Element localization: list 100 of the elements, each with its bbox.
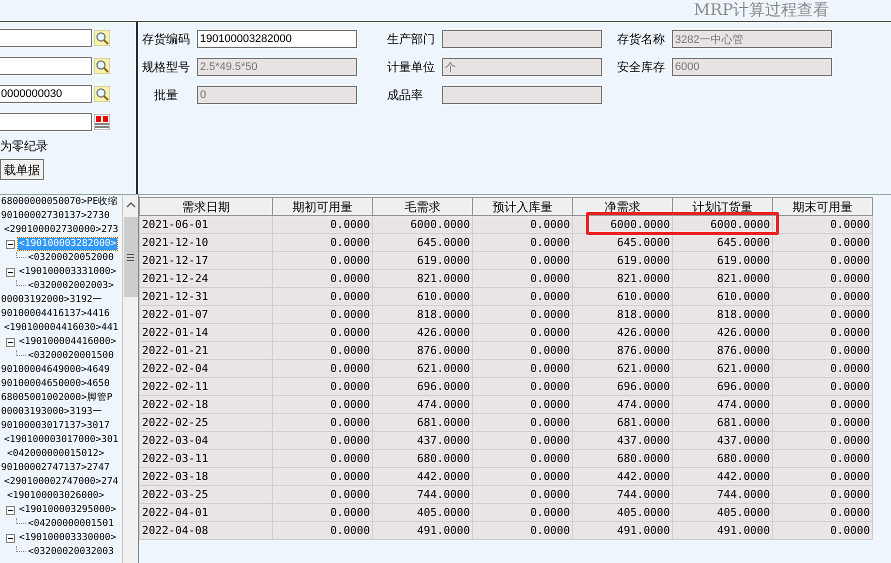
table-cell: 0.0000 (472, 360, 572, 378)
input-field[interactable] (0, 113, 92, 131)
input-field[interactable] (0, 29, 92, 47)
table-cell: 0.0000 (272, 288, 372, 306)
tree-item[interactable]: <04200000001501 (27, 518, 115, 530)
column-header[interactable]: 需求日期 (140, 198, 272, 216)
table-cell: 437.0000 (672, 432, 772, 450)
tree-item[interactable]: <190100003026000> (6, 490, 106, 502)
tree-item[interactable]: 90100003017137>3017 (0, 420, 111, 432)
table-cell: 426.0000 (672, 324, 772, 342)
table-cell: 818.0000 (372, 306, 472, 324)
scrollbar[interactable] (122, 195, 138, 563)
table-cell: 619.0000 (572, 252, 672, 270)
input-field[interactable]: 0000000030 (0, 85, 92, 103)
column-header[interactable]: 期初可用量 (272, 198, 372, 216)
table-cell: 491.0000 (372, 522, 472, 540)
tree-item[interactable]: 90100004650000>4650 (0, 378, 111, 390)
collapse-icon[interactable] (6, 268, 15, 276)
scroll-up-icon[interactable] (126, 201, 136, 209)
field-label: 成品率 (387, 87, 424, 104)
tree-item[interactable]: 90100004416137>4416 (0, 308, 111, 320)
tree-item[interactable]: <03200020001500 (27, 350, 115, 362)
tree-item[interactable]: <190100003295000> (18, 504, 118, 516)
table-cell: 0.0000 (472, 216, 572, 234)
table-cell: 426.0000 (372, 324, 472, 342)
table-cell: 0.0000 (472, 252, 572, 270)
tree-item[interactable]: <190100003331000> (18, 266, 118, 278)
tree-item[interactable]: 90100002730137>2730 (0, 210, 111, 222)
column-header[interactable]: 预计入库量 (472, 198, 572, 216)
tree-item[interactable]: <190100004416030>441 (3, 322, 120, 334)
collapse-icon[interactable] (6, 506, 15, 514)
table-cell: 821.0000 (572, 270, 672, 288)
table-cell: 0.0000 (472, 288, 572, 306)
table-cell: 2021-12-10 (140, 234, 272, 252)
table-cell: 0.0000 (272, 324, 372, 342)
tree-item[interactable]: 68005001002000>脚管P (0, 392, 114, 404)
tree-item[interactable]: <042000000015012> (6, 448, 106, 460)
tree-item[interactable]: <0320002002003> (27, 280, 115, 292)
table-cell: 744.0000 (672, 486, 772, 504)
table-cell: 2022-01-21 (140, 342, 272, 360)
table-cell: 0.0000 (472, 414, 572, 432)
collapse-icon[interactable] (6, 534, 15, 542)
tree-item[interactable]: <03200020032003 (27, 546, 115, 558)
table-cell: 0.0000 (472, 396, 572, 414)
tree-item[interactable]: <03200020052000 (27, 252, 115, 264)
table-cell: 680.0000 (572, 450, 672, 468)
table-cell: 610.0000 (572, 288, 672, 306)
table-cell: 442.0000 (572, 468, 672, 486)
tree-item[interactable]: <290100002730000>273 (3, 224, 120, 236)
table-cell: 0.0000 (772, 216, 872, 234)
field-label: 规格型号 (142, 59, 191, 76)
tree-item[interactable]: <190100003017000>301 (3, 434, 120, 446)
tree-item[interactable]: 68000000050070>PE收缩 (0, 196, 120, 208)
table-cell: 0.0000 (272, 378, 372, 396)
table-cell: 621.0000 (672, 360, 772, 378)
search-icon[interactable] (94, 86, 110, 102)
table-cell: 876.0000 (572, 342, 672, 360)
table-cell: 491.0000 (572, 522, 672, 540)
table-cell: 744.0000 (372, 486, 472, 504)
calendar-icon[interactable] (94, 114, 110, 130)
tree-item[interactable]: 00003192000>3192一 (0, 294, 104, 306)
column-header[interactable]: 毛需求 (372, 198, 472, 216)
table-cell: 621.0000 (372, 360, 472, 378)
table-cell: 0.0000 (772, 432, 872, 450)
tree-item[interactable]: <190100003330000> (18, 532, 118, 544)
table-cell: 2022-02-04 (140, 360, 272, 378)
load-button[interactable]: 载单据 (0, 159, 44, 180)
tree-item[interactable]: <190100004416000> (18, 336, 118, 348)
table-cell: 442.0000 (672, 468, 772, 486)
tree-item[interactable]: 90100004649000>4649 (0, 364, 111, 376)
table-cell: 0.0000 (772, 252, 872, 270)
table-cell: 0.0000 (772, 270, 872, 288)
table-cell: 0.0000 (472, 486, 572, 504)
table-cell: 0.0000 (472, 522, 572, 540)
tree-item[interactable]: 90100002747137>2747 (0, 462, 111, 474)
table-cell: 0.0000 (272, 504, 372, 522)
search-icon[interactable] (94, 58, 110, 74)
table-cell: 2022-04-01 (140, 504, 272, 522)
collapse-icon[interactable] (6, 240, 15, 248)
tree-item[interactable]: 00003193000>3193一 (0, 406, 104, 418)
tree-item[interactable]: <290100002747000>274 (3, 476, 120, 488)
table-cell: 0.0000 (272, 270, 372, 288)
table-cell: 2022-02-18 (140, 396, 272, 414)
table-cell: 0.0000 (772, 504, 872, 522)
window-title: MRP计算过程查看 (694, 0, 829, 20)
input-field[interactable] (0, 57, 92, 75)
table-cell: 2022-03-04 (140, 432, 272, 450)
table-cell: 2022-03-11 (140, 450, 272, 468)
search-icon[interactable] (94, 30, 110, 46)
table-cell: 0.0000 (772, 414, 872, 432)
input-field[interactable]: 190100003282000 (197, 30, 357, 48)
table-cell: 0.0000 (772, 468, 872, 486)
table-cell: 405.0000 (672, 504, 772, 522)
table-cell: 619.0000 (672, 252, 772, 270)
column-header[interactable]: 期末可用量 (772, 198, 872, 216)
table-cell: 0.0000 (772, 342, 872, 360)
collapse-icon[interactable] (6, 338, 15, 346)
table-cell: 0.0000 (472, 324, 572, 342)
table-cell: 437.0000 (372, 432, 472, 450)
table-cell: 0.0000 (272, 216, 372, 234)
